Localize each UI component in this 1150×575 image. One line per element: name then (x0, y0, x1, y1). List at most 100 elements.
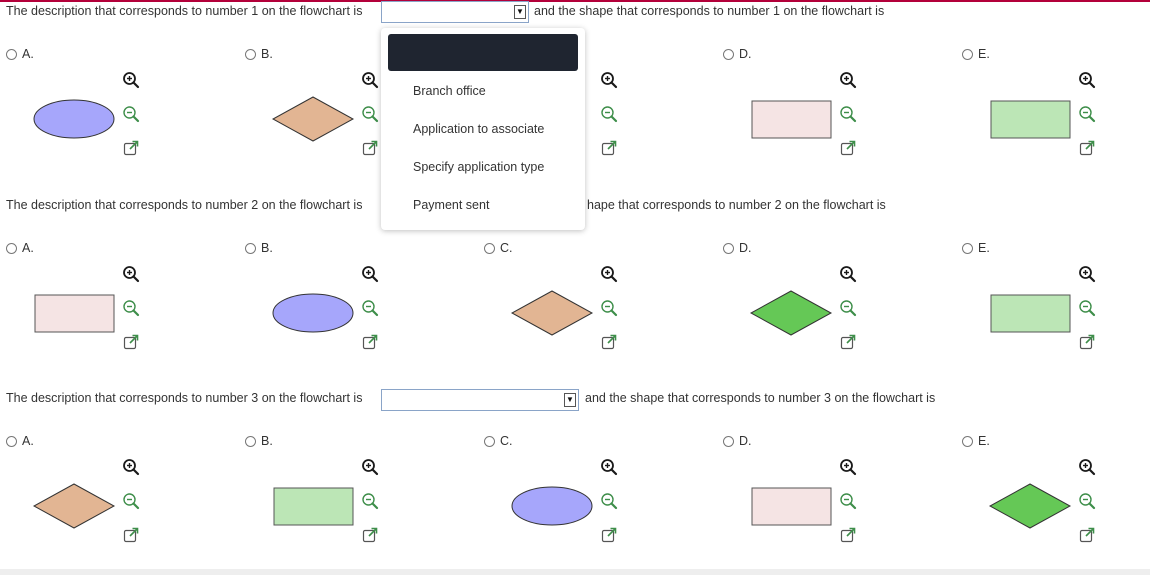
option-label: C. (500, 241, 513, 255)
radio-button[interactable] (245, 48, 256, 60)
zoom-in-icon[interactable] (600, 458, 618, 476)
radio-button[interactable] (962, 435, 973, 447)
zoom-in-icon[interactable] (122, 265, 140, 283)
radio-button[interactable] (245, 435, 256, 447)
dropdown-item[interactable]: Application to associate (413, 122, 544, 136)
zoom-in-icon[interactable] (600, 265, 618, 283)
radio-button[interactable] (723, 242, 734, 254)
open-new-window-icon[interactable] (1078, 333, 1096, 351)
option-d[interactable]: D. (723, 434, 752, 448)
option-c[interactable]: C. (484, 434, 513, 448)
option-label: B. (261, 241, 273, 255)
radio-button[interactable] (6, 48, 17, 60)
zoom-out-icon[interactable] (1078, 492, 1096, 510)
radio-button[interactable] (6, 242, 17, 254)
option-a[interactable]: A. (6, 47, 34, 61)
option-e[interactable]: E. (962, 47, 990, 61)
zoom-out-icon[interactable] (839, 299, 857, 317)
diamond-shape (988, 483, 1072, 529)
open-new-window-icon[interactable] (600, 139, 618, 157)
open-new-window-icon[interactable] (1078, 139, 1096, 157)
zoom-out-icon[interactable] (600, 492, 618, 510)
zoom-in-icon[interactable] (361, 458, 379, 476)
dropdown-highlighted-item[interactable] (388, 34, 578, 71)
question-suffix: and the shape that corresponds to number… (534, 4, 885, 18)
option-label: E. (978, 241, 990, 255)
option-a[interactable]: A. (6, 241, 34, 255)
zoom-out-icon[interactable] (600, 299, 618, 317)
radio-button[interactable] (484, 242, 495, 254)
zoom-out-icon[interactable] (839, 105, 857, 123)
zoom-out-icon[interactable] (1078, 105, 1096, 123)
zoom-out-icon[interactable] (122, 105, 140, 123)
open-new-window-icon[interactable] (361, 139, 379, 157)
open-new-window-icon[interactable] (839, 333, 857, 351)
image-tools (600, 265, 620, 355)
option-d[interactable]: D. (723, 47, 752, 61)
zoom-in-icon[interactable] (122, 458, 140, 476)
option-label: A. (22, 47, 34, 61)
radio-button[interactable] (723, 435, 734, 447)
open-new-window-icon[interactable] (600, 526, 618, 544)
open-new-window-icon[interactable] (600, 333, 618, 351)
radio-button[interactable] (962, 48, 973, 60)
diamond-shape (32, 483, 116, 529)
description-select[interactable]: ▼ (381, 1, 529, 23)
zoom-out-icon[interactable] (361, 492, 379, 510)
zoom-in-icon[interactable] (361, 71, 379, 89)
open-new-window-icon[interactable] (1078, 526, 1096, 544)
option-b[interactable]: B. (245, 434, 273, 448)
option-a[interactable]: A. (6, 434, 34, 448)
open-new-window-icon[interactable] (839, 139, 857, 157)
rect-shape (34, 294, 114, 332)
zoom-in-icon[interactable] (600, 71, 618, 89)
radio-button[interactable] (245, 242, 256, 254)
zoom-in-icon[interactable] (839, 265, 857, 283)
radio-button[interactable] (484, 435, 495, 447)
zoom-in-icon[interactable] (839, 71, 857, 89)
open-new-window-icon[interactable] (122, 526, 140, 544)
option-c[interactable]: C. (484, 241, 513, 255)
zoom-in-icon[interactable] (122, 71, 140, 89)
option-e[interactable]: E. (962, 241, 990, 255)
zoom-out-icon[interactable] (361, 299, 379, 317)
image-tools (361, 265, 381, 355)
zoom-out-icon[interactable] (839, 492, 857, 510)
zoom-out-icon[interactable] (361, 105, 379, 123)
open-new-window-icon[interactable] (361, 333, 379, 351)
zoom-out-icon[interactable] (122, 299, 140, 317)
dropdown-item[interactable]: Specify application type (413, 160, 544, 174)
question-prefix: The description that corresponds to numb… (6, 4, 363, 18)
bottom-scroll-area (0, 569, 1150, 575)
zoom-in-icon[interactable] (839, 458, 857, 476)
image-tools (600, 71, 620, 161)
dropdown-item[interactable]: Payment sent (413, 198, 489, 212)
option-label: A. (22, 434, 34, 448)
image-tools (839, 458, 859, 548)
radio-button[interactable] (962, 242, 973, 254)
chevron-down-icon[interactable]: ▼ (514, 5, 526, 19)
open-new-window-icon[interactable] (839, 526, 857, 544)
radio-button[interactable] (6, 435, 17, 447)
top-accent-bar (0, 0, 1150, 2)
option-label: B. (261, 47, 273, 61)
option-b[interactable]: B. (245, 241, 273, 255)
dropdown-item[interactable]: Branch office (413, 84, 486, 98)
zoom-out-icon[interactable] (1078, 299, 1096, 317)
zoom-out-icon[interactable] (122, 492, 140, 510)
open-new-window-icon[interactable] (122, 139, 140, 157)
image-tools (1078, 265, 1098, 355)
zoom-out-icon[interactable] (600, 105, 618, 123)
zoom-in-icon[interactable] (361, 265, 379, 283)
option-d[interactable]: D. (723, 241, 752, 255)
open-new-window-icon[interactable] (361, 526, 379, 544)
open-new-window-icon[interactable] (122, 333, 140, 351)
zoom-in-icon[interactable] (1078, 71, 1096, 89)
option-b[interactable]: B. (245, 47, 273, 61)
description-select[interactable]: ▼ (381, 389, 579, 411)
chevron-down-icon[interactable]: ▼ (564, 393, 576, 407)
radio-button[interactable] (723, 48, 734, 60)
zoom-in-icon[interactable] (1078, 265, 1096, 283)
zoom-in-icon[interactable] (1078, 458, 1096, 476)
option-e[interactable]: E. (962, 434, 990, 448)
